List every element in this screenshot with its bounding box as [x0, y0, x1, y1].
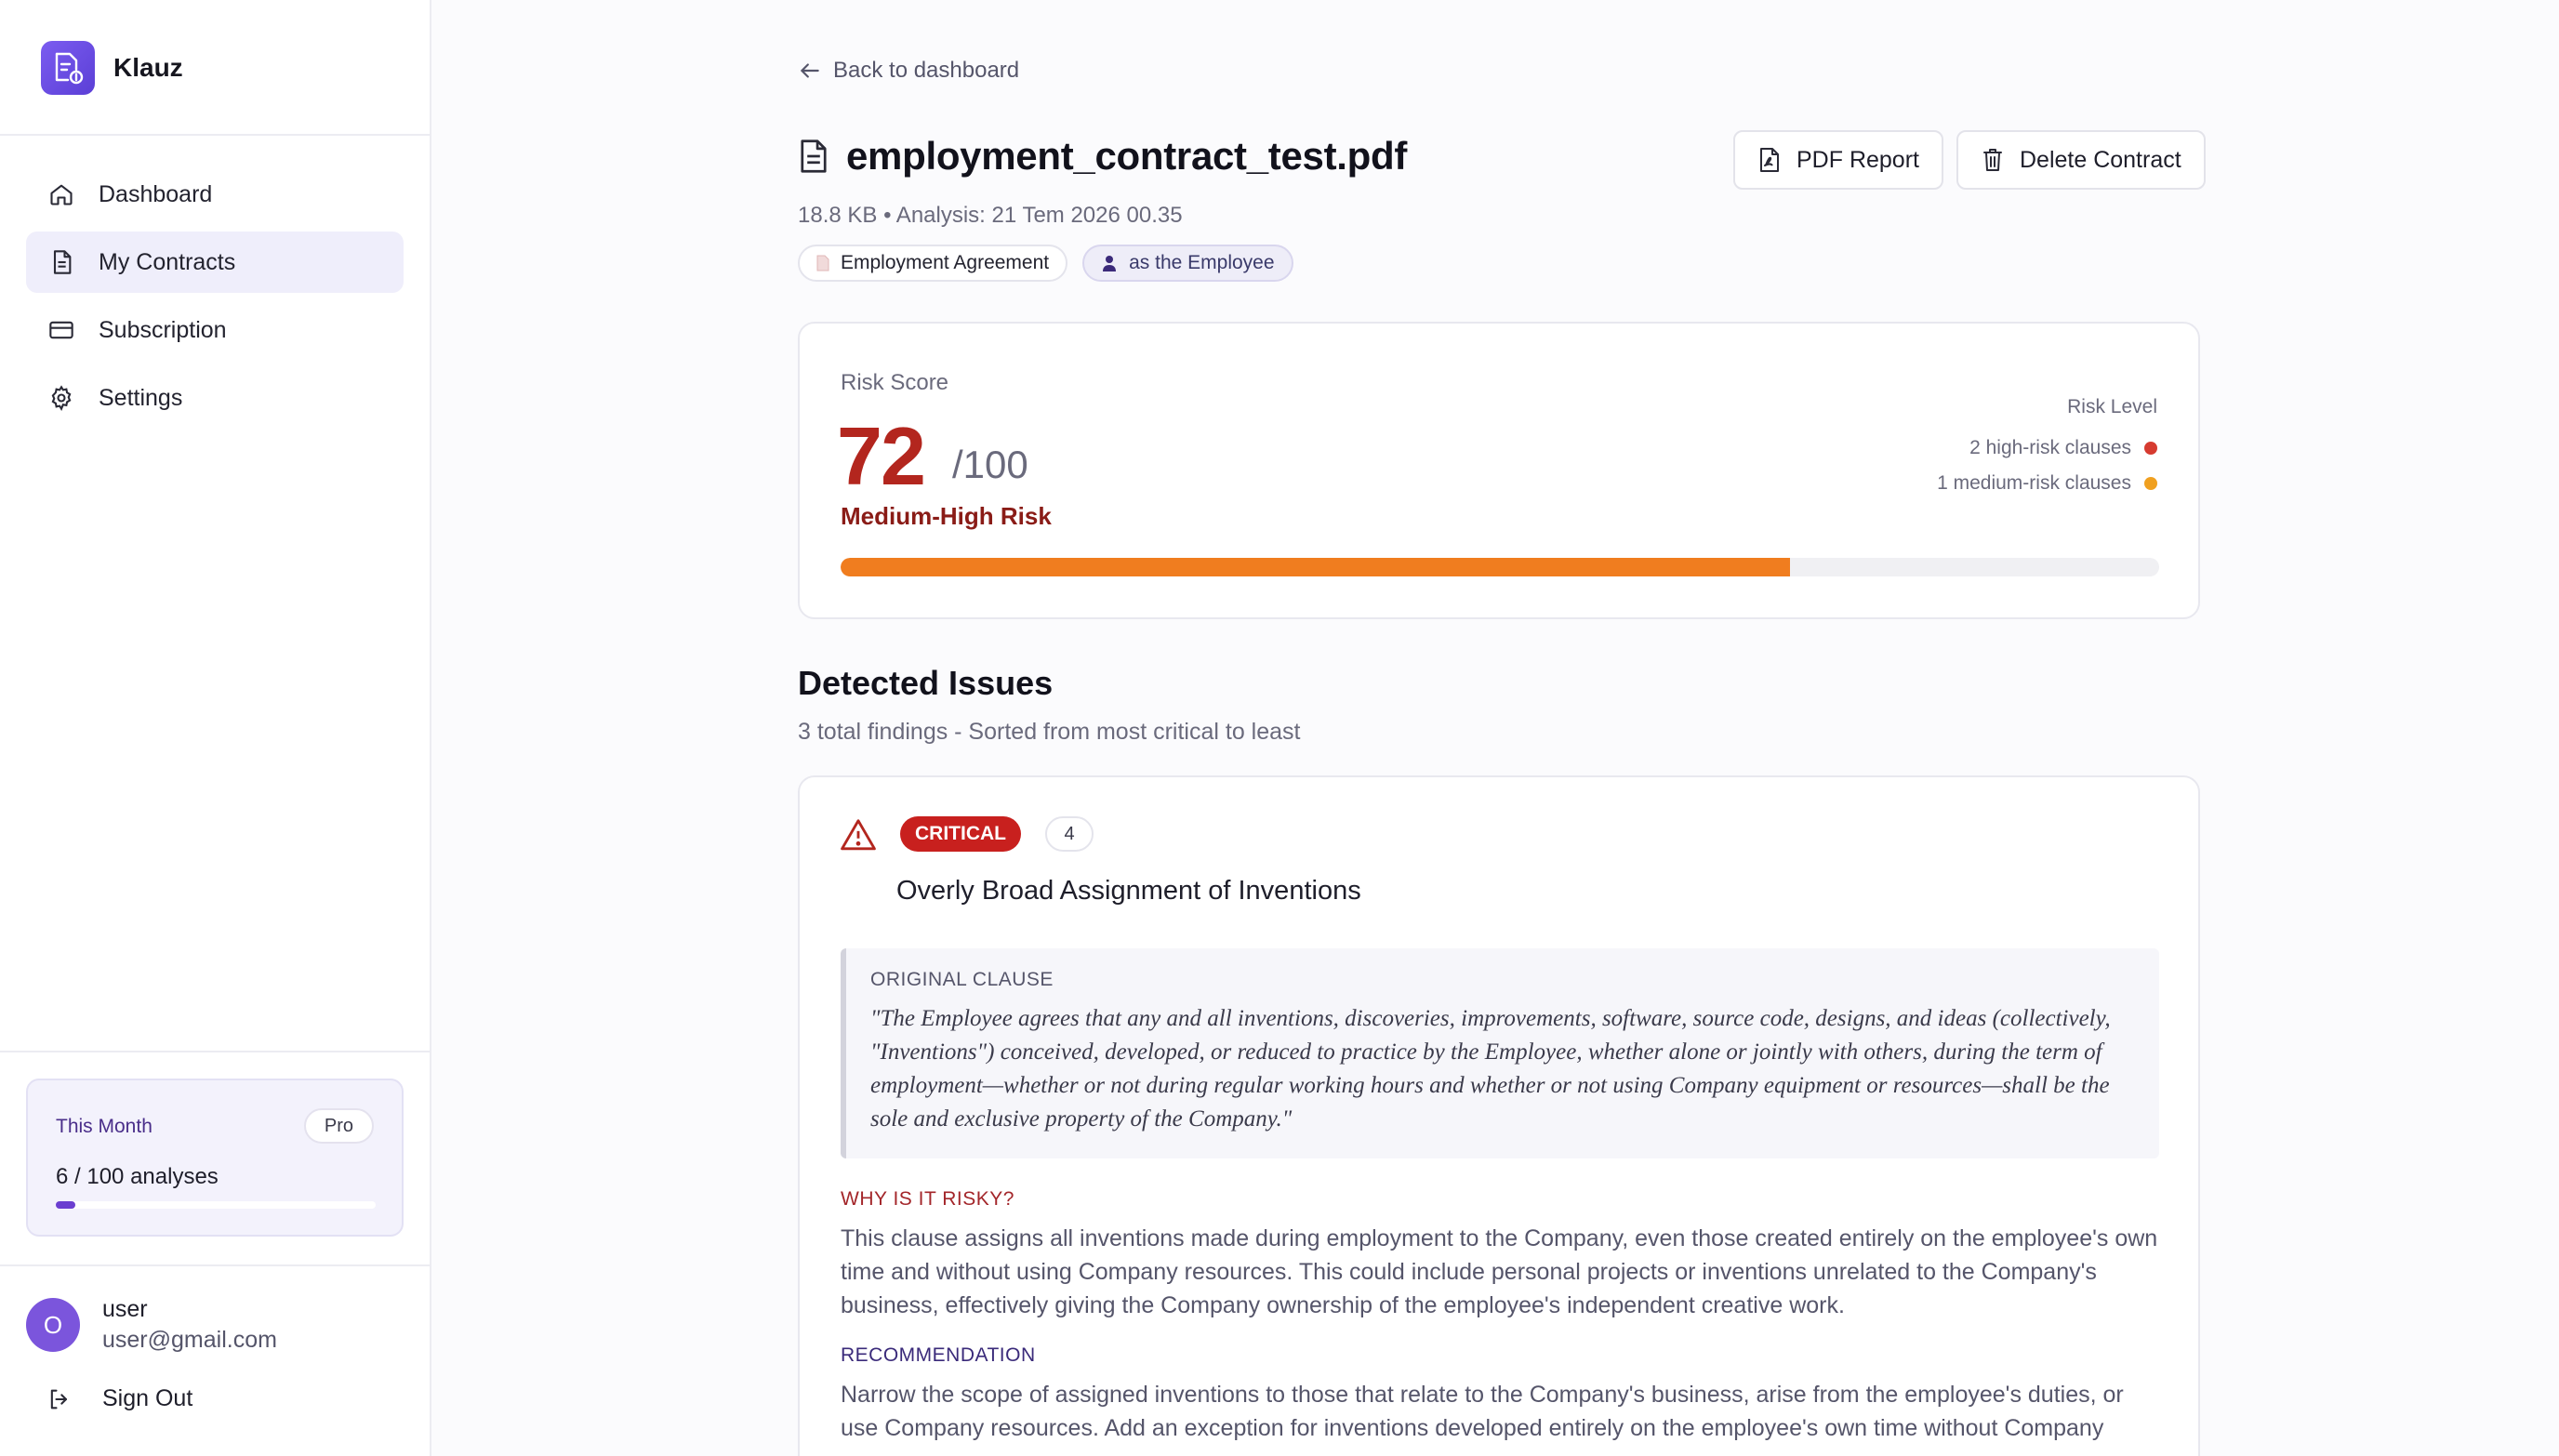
clause-label: ORIGINAL CLAUSE: [870, 969, 1054, 990]
high-risk-label: 2 high-risk clauses: [1969, 437, 2131, 458]
risk-score-label: Risk Score: [841, 370, 949, 395]
why-risky-text: This clause assigns all inventions made …: [841, 1225, 2158, 1318]
issue-header: CRITICAL 4: [841, 816, 1094, 852]
warning-icon: [841, 819, 876, 851]
user-email: user@gmail.com: [102, 1327, 277, 1353]
severity-badge: CRITICAL: [900, 816, 1021, 852]
sign-out-label: Sign Out: [102, 1385, 193, 1411]
usage-card: This Month Pro 6 / 100 analyses: [26, 1079, 404, 1237]
issue-title: Overly Broad Assignment of Inventions: [896, 876, 1361, 906]
arrow-left-icon: [801, 63, 819, 78]
main-content: Back to dashboard employment_contract_te…: [431, 0, 2559, 1456]
medium-risk-dot-icon: [2144, 477, 2157, 490]
high-risk-dot-icon: [2144, 442, 2157, 455]
risk-score-max: /100: [952, 443, 1028, 486]
gear-icon: [51, 385, 72, 411]
delete-contract-button[interactable]: Delete Contract: [1956, 130, 2206, 190]
plan-badge: Pro: [303, 1108, 374, 1144]
risk-level-text: Medium-High Risk: [841, 502, 1052, 530]
button-label: Delete Contract: [2019, 146, 2181, 173]
risk-progress-track: [841, 558, 2159, 576]
file-meta: 18.8 KB • Analysis: 21 Tem 2026 00.35: [798, 203, 1183, 228]
page-title-row: employment_contract_test.pdf: [798, 134, 1407, 179]
back-label: Back to dashboard: [833, 58, 1020, 83]
medium-risk-label: 1 medium-risk clauses: [1937, 472, 2131, 494]
sidebar-item-label: Dashboard: [99, 180, 213, 207]
document-icon: [53, 250, 72, 274]
button-label: PDF Report: [1797, 146, 1919, 173]
contract-tags: Employment Agreement as the Employee: [798, 245, 1293, 282]
brand-name: Klauz: [113, 53, 183, 82]
back-to-dashboard-link[interactable]: Back to dashboard: [798, 58, 1019, 84]
recommendation-label: RECOMMENDATION: [841, 1344, 1036, 1366]
person-icon: [1103, 256, 1117, 271]
sidebar-nav: Dashboard My Contracts Subscription Sett…: [26, 164, 404, 435]
clause-text: "The Employee agrees that any and all in…: [870, 1006, 2111, 1132]
home-icon: [50, 184, 73, 205]
divider: [0, 1051, 430, 1052]
sidebar-item-subscription[interactable]: Subscription: [26, 299, 404, 361]
medium-risk-count: 1 medium-risk clauses: [1937, 472, 2157, 495]
sidebar-item-my-contracts[interactable]: My Contracts: [26, 232, 404, 293]
divider: [0, 1264, 430, 1266]
risk-level-summary: Risk Level 2 high-risk clauses 1 medium-…: [1937, 396, 2157, 508]
risk-progress-fill: [841, 558, 1790, 576]
usage-progress-track: [56, 1201, 376, 1209]
brand[interactable]: Klauz: [41, 41, 183, 95]
recommendation-text: Narrow the scope of assigned inventions …: [841, 1382, 2124, 1441]
sidebar-item-label: Settings: [99, 384, 183, 411]
divider: [0, 134, 430, 136]
section-subtitle: 3 total findings - Sorted from most crit…: [798, 719, 1301, 745]
issue-card: CRITICAL 4 Overly Broad Assignment of In…: [798, 775, 2200, 1456]
risk-level-title: Risk Level: [2067, 396, 2157, 417]
sidebar-item-dashboard[interactable]: Dashboard: [26, 164, 404, 225]
why-risky-label: WHY IS IT RISKY?: [841, 1188, 1014, 1210]
contract-type-chip: Employment Agreement: [798, 245, 1068, 282]
high-risk-count: 2 high-risk clauses: [1937, 437, 2157, 459]
sidebar: Klauz Dashboard My Contracts Subscriptio…: [0, 0, 431, 1456]
sidebar-item-label: Subscription: [99, 316, 227, 343]
trash-icon: [1982, 149, 2002, 171]
chip-label: as the Employee: [1129, 252, 1275, 273]
risk-score-value: 72: [837, 410, 926, 502]
sign-out-button[interactable]: Sign Out: [46, 1385, 192, 1412]
page-title: employment_contract_test.pdf: [846, 134, 1408, 178]
document-icon: [801, 139, 827, 173]
user-name: user: [102, 1296, 148, 1322]
header-actions: PDF Report Delete Contract: [1733, 130, 2206, 190]
chip-label: Employment Agreement: [841, 252, 1050, 273]
avatar: O: [26, 1298, 80, 1352]
card-icon: [49, 321, 73, 339]
usage-progress-fill: [56, 1201, 75, 1209]
logout-icon: [50, 1389, 68, 1409]
role-chip: as the Employee: [1082, 245, 1293, 282]
usage-count: 6 / 100 analyses: [56, 1164, 219, 1189]
issue-count-badge: 4: [1045, 816, 1094, 852]
risk-score-card: Risk Score 72 /100 Medium-High Risk Risk…: [798, 322, 2200, 619]
klauz-logo-icon: [41, 41, 95, 95]
user-profile[interactable]: O user user@gmail.com: [26, 1296, 277, 1354]
usage-title: This Month: [56, 1116, 152, 1137]
section-title: Detected Issues: [798, 664, 1054, 702]
sidebar-item-settings[interactable]: Settings: [26, 367, 404, 429]
file-icon: [816, 255, 829, 271]
pdf-icon: [1760, 148, 1779, 172]
original-clause: ORIGINAL CLAUSE "The Employee agrees tha…: [841, 948, 2159, 1158]
sidebar-item-label: My Contracts: [99, 248, 236, 275]
pdf-report-button[interactable]: PDF Report: [1733, 130, 1943, 190]
